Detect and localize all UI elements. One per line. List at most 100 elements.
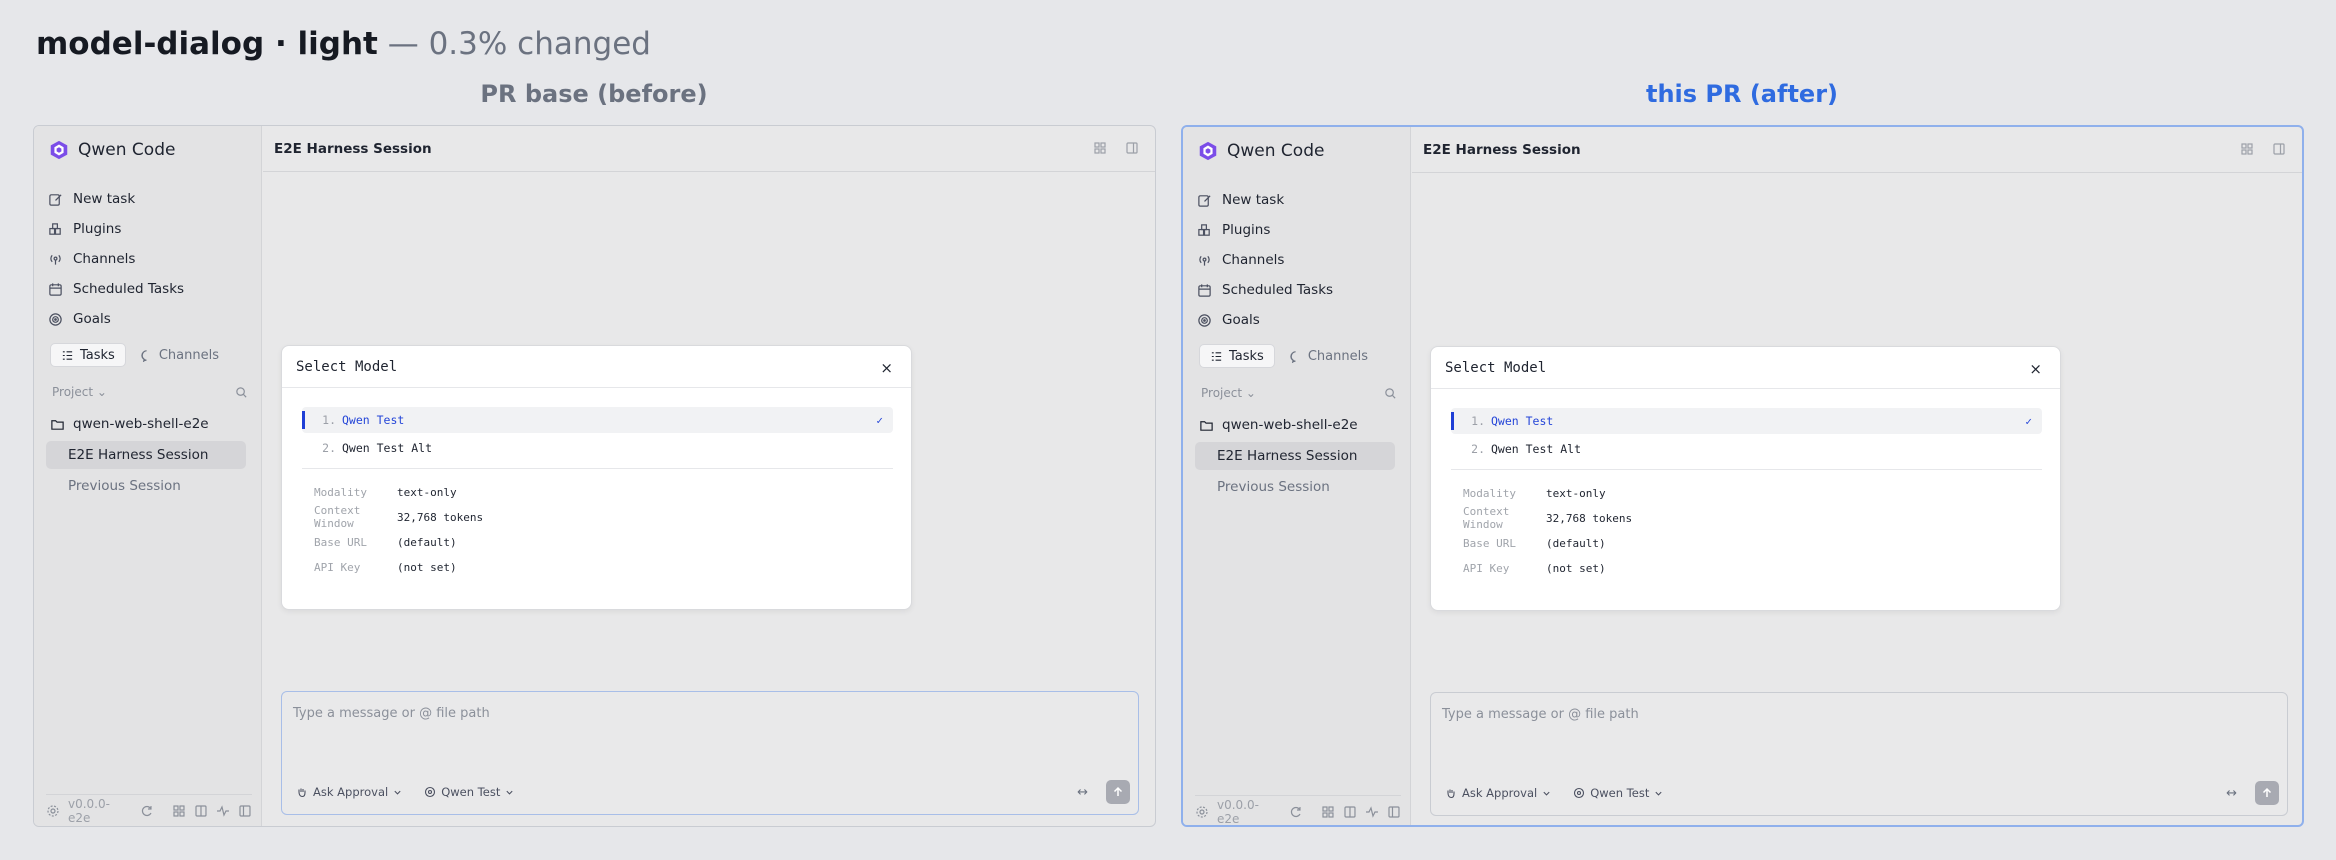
book-icon[interactable] [194, 804, 208, 818]
grid-icon[interactable] [1321, 805, 1335, 819]
layout-grid-icon[interactable] [1093, 141, 1107, 155]
sidebar: Qwen Code New task Plugins Channels Sche… [34, 126, 262, 826]
tab-tasks[interactable]: Tasks [50, 343, 126, 367]
sidebar-item-new-task[interactable]: New task [48, 184, 248, 214]
message-input[interactable]: Type a message or @ file path [293, 706, 490, 721]
sidebar-item-scheduled-tasks[interactable]: Scheduled Tasks [48, 274, 248, 304]
activity-icon[interactable] [216, 804, 230, 818]
model-label: Qwen Test [441, 785, 501, 799]
edit-icon [48, 192, 63, 207]
approval-mode-dropdown[interactable]: Ask Approval [1445, 786, 1551, 800]
hand-icon [298, 788, 306, 798]
close-icon[interactable]: × [880, 359, 893, 377]
detail-key: Base URL [1463, 536, 1516, 550]
sidebar-item-scheduled-tasks[interactable]: Scheduled Tasks [1197, 275, 1397, 305]
broadcast-icon [48, 252, 63, 267]
gear-icon[interactable] [1195, 805, 1209, 819]
project-folder[interactable]: qwen-web-shell-e2e [50, 416, 209, 432]
refresh-icon[interactable] [1289, 805, 1303, 819]
session-item[interactable]: Previous Session [1195, 473, 1395, 501]
sidebar-item-goals[interactable]: Goals [48, 304, 248, 334]
tab-tasks-label: Tasks [80, 347, 115, 363]
session-item-active[interactable]: E2E Harness Session [1195, 442, 1395, 470]
panel-right-icon[interactable] [2272, 142, 2286, 156]
project-dropdown[interactable]: Project ⌄ [52, 385, 107, 399]
sidebar: Qwen Code New task Plugins Channels Sche… [1183, 127, 1411, 825]
after-panel-heading: this PR (after) [1645, 80, 1838, 108]
project-filter-row: Project ⌄ [52, 383, 248, 401]
session-item[interactable]: Previous Session [46, 472, 246, 500]
message-input[interactable]: Type a message or @ file path [1442, 707, 1639, 722]
brand-name: Qwen Code [1227, 141, 1325, 161]
dialog-title: Select Model [296, 358, 398, 375]
detail-key: Base URL [314, 535, 367, 549]
brand[interactable]: Qwen Code [1197, 139, 1324, 163]
message-composer[interactable]: Type a message or @ file path Ask Approv… [1430, 692, 2288, 816]
search-icon[interactable] [1384, 387, 1397, 400]
target-icon [48, 312, 63, 327]
expand-icon[interactable]: ↔ [2226, 786, 2237, 801]
session-topbar: E2E Harness Session [263, 126, 1155, 172]
list-icon [62, 350, 73, 360]
detail-value: (default) [397, 535, 457, 549]
model-option-selected[interactable]: 1. Qwen Test ✓ [302, 407, 893, 433]
sidebar-item-plugins[interactable]: Plugins [1197, 215, 1397, 245]
before-screenshot-frame: Qwen Code New task Plugins Channels Sche… [33, 125, 1156, 827]
sidebar-item-new-task[interactable]: New task [1197, 185, 1397, 215]
model-icon [1574, 787, 1585, 799]
project-folder[interactable]: qwen-web-shell-e2e [1199, 417, 1358, 433]
send-button[interactable] [2255, 781, 2279, 805]
brand[interactable]: Qwen Code [48, 138, 175, 162]
sidebar-item-channels[interactable]: Channels [48, 244, 248, 274]
calendar-clock-icon [48, 282, 63, 297]
check-icon: ✓ [2025, 414, 2032, 428]
option-name: Qwen Test [1491, 414, 1554, 428]
project-folder-label: qwen-web-shell-e2e [1222, 417, 1358, 433]
option-name: Qwen Test [342, 413, 405, 427]
grid-icon[interactable] [172, 804, 186, 818]
expand-icon[interactable]: ↔ [1077, 785, 1088, 800]
model-option[interactable]: 2. Qwen Test Alt [302, 435, 893, 461]
approval-mode-dropdown[interactable]: Ask Approval [296, 785, 402, 799]
session-item-active[interactable]: E2E Harness Session [46, 441, 246, 469]
sidebar-toggle-icon[interactable] [1387, 805, 1401, 819]
refresh-icon[interactable] [140, 804, 154, 818]
sidebar-item-label: Channels [73, 251, 136, 267]
sidebar-item-label: Scheduled Tasks [73, 281, 185, 297]
tab-channels[interactable]: Channels [1279, 344, 1378, 368]
sidebar-item-label: Channels [1222, 252, 1285, 268]
model-option[interactable]: 2. Qwen Test Alt [1451, 436, 2042, 462]
detail-key: Modality [1463, 486, 1516, 500]
folder-icon [51, 419, 64, 430]
gear-icon[interactable] [46, 804, 60, 818]
model-label: Qwen Test [1590, 786, 1650, 800]
book-icon[interactable] [1343, 805, 1357, 819]
topbar-actions [2240, 142, 2286, 156]
send-button[interactable] [1106, 780, 1130, 804]
message-composer[interactable]: Type a message or @ file path Ask Approv… [281, 691, 1139, 815]
sidebar-toggle-icon[interactable] [238, 804, 252, 818]
model-option-selected[interactable]: 1. Qwen Test ✓ [1451, 408, 2042, 434]
detail-api-key: API Key (not set) [1463, 560, 1606, 576]
detail-value: (default) [1546, 536, 1606, 550]
tab-tasks[interactable]: Tasks [1199, 344, 1275, 368]
sidebar-item-channels[interactable]: Channels [1197, 245, 1397, 275]
model-dropdown[interactable]: Qwen Test [1573, 786, 1663, 800]
panel-right-icon[interactable] [1125, 141, 1139, 155]
activity-icon[interactable] [1365, 805, 1379, 819]
dialog-header: Select Model [1431, 347, 2060, 389]
project-dropdown[interactable]: Project ⌄ [1201, 386, 1256, 400]
close-icon[interactable]: × [2029, 360, 2042, 378]
sidebar-nav: New task Plugins Channels Scheduled Task… [48, 184, 248, 334]
option-name: Qwen Test Alt [342, 441, 433, 455]
sidebar-segment-control: Tasks Channels [50, 343, 247, 367]
layout-grid-icon[interactable] [2240, 142, 2254, 156]
sidebar-item-goals[interactable]: Goals [1197, 305, 1397, 335]
search-icon[interactable] [235, 386, 248, 399]
check-icon: ✓ [876, 413, 883, 427]
sidebar-item-label: Scheduled Tasks [1222, 282, 1334, 298]
sidebar-item-plugins[interactable]: Plugins [48, 214, 248, 244]
model-dropdown[interactable]: Qwen Test [424, 785, 514, 799]
option-number: 1. [1471, 414, 1485, 428]
tab-channels[interactable]: Channels [130, 343, 229, 367]
